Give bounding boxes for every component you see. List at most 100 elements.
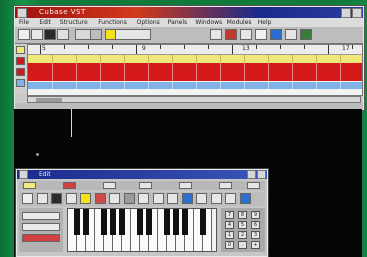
track-selector-red[interactable] bbox=[16, 57, 25, 65]
info-field[interactable] bbox=[63, 182, 76, 189]
black-key[interactable] bbox=[74, 209, 80, 235]
part-divider bbox=[172, 71, 173, 81]
keypad-key[interactable]: . bbox=[238, 241, 247, 249]
black-key[interactable] bbox=[200, 209, 206, 235]
record-icon[interactable] bbox=[270, 29, 282, 40]
track-red-1[interactable] bbox=[28, 63, 362, 71]
info-field[interactable] bbox=[179, 182, 192, 189]
part-divider bbox=[100, 63, 101, 71]
quantize-icon[interactable] bbox=[152, 193, 164, 204]
collapse-box-icon[interactable] bbox=[257, 170, 266, 179]
keypad-key[interactable]: + bbox=[251, 241, 260, 249]
eraser-icon[interactable] bbox=[44, 29, 56, 40]
key-edit-title-bar[interactable]: Edit bbox=[17, 170, 267, 179]
black-key[interactable] bbox=[137, 209, 143, 235]
bar-ruler[interactable]: 5 9 13 17 bbox=[28, 45, 362, 55]
cycle-icon[interactable] bbox=[300, 29, 312, 40]
keypad-key[interactable]: 9 bbox=[251, 211, 260, 219]
zoom-box-icon[interactable] bbox=[247, 170, 256, 179]
eraser-icon[interactable] bbox=[51, 193, 62, 204]
mute-icon[interactable] bbox=[109, 193, 120, 204]
pencil-icon[interactable] bbox=[31, 29, 43, 40]
part-divider bbox=[340, 82, 341, 89]
left-panel-button[interactable] bbox=[22, 234, 60, 242]
track-selector-yellow[interactable] bbox=[16, 46, 25, 54]
black-key[interactable] bbox=[110, 209, 116, 235]
menu-item-file[interactable]: File bbox=[19, 18, 29, 27]
part-divider bbox=[316, 82, 317, 89]
collapse-box-icon[interactable] bbox=[352, 8, 362, 18]
cycle-icon[interactable] bbox=[210, 193, 222, 204]
keypad-key[interactable]: 2 bbox=[238, 231, 247, 239]
info-field[interactable] bbox=[23, 182, 36, 189]
info-field[interactable] bbox=[219, 182, 232, 189]
color-icon[interactable] bbox=[255, 29, 267, 40]
keypad-key[interactable]: 0 bbox=[225, 241, 234, 249]
quantize-icon[interactable] bbox=[240, 29, 252, 40]
menu-item-modules[interactable]: Modules bbox=[227, 18, 252, 27]
loop-icon[interactable] bbox=[196, 193, 207, 204]
key-edit-title: Edit bbox=[39, 171, 51, 178]
close-box-icon[interactable] bbox=[19, 170, 28, 179]
info-icon[interactable] bbox=[225, 193, 236, 204]
keypad-key[interactable]: 4 bbox=[225, 221, 234, 229]
close-box-icon[interactable] bbox=[17, 8, 27, 18]
note-icon[interactable] bbox=[80, 193, 91, 204]
info-field[interactable] bbox=[103, 182, 116, 189]
glue-icon[interactable] bbox=[90, 29, 102, 40]
left-panel-button[interactable] bbox=[22, 223, 60, 231]
keypad-key[interactable]: 1 bbox=[225, 231, 234, 239]
track-yellow[interactable] bbox=[28, 55, 362, 63]
track-red-2[interactable] bbox=[28, 71, 362, 81]
arrange-area[interactable]: 5 9 13 17 bbox=[27, 44, 363, 96]
part-divider bbox=[100, 82, 101, 89]
part-divider bbox=[244, 82, 245, 89]
record-icon[interactable] bbox=[94, 193, 106, 204]
horizontal-scrollbar[interactable] bbox=[27, 96, 361, 103]
menu-item-options[interactable]: Options bbox=[137, 18, 160, 27]
black-key[interactable] bbox=[173, 209, 179, 235]
menu-item-panels[interactable]: Panels bbox=[168, 18, 187, 27]
zoom-box-icon[interactable] bbox=[341, 8, 351, 18]
play-icon[interactable] bbox=[239, 193, 251, 204]
black-key[interactable] bbox=[83, 209, 89, 235]
keypad-key[interactable]: 5 bbox=[238, 221, 247, 229]
keypad-key[interactable]: 7 bbox=[225, 211, 234, 219]
glue-icon[interactable] bbox=[167, 193, 178, 204]
black-key[interactable] bbox=[146, 209, 152, 235]
position-display[interactable] bbox=[115, 29, 151, 40]
title-bar[interactable]: Cubase VST bbox=[15, 7, 363, 18]
part-divider bbox=[316, 71, 317, 81]
left-panel-button[interactable] bbox=[22, 212, 60, 220]
black-key[interactable] bbox=[119, 209, 125, 235]
magnify-icon[interactable] bbox=[65, 193, 77, 204]
snap-icon[interactable] bbox=[138, 193, 149, 204]
info-field[interactable] bbox=[247, 182, 260, 189]
keypad-key[interactable]: 3 bbox=[251, 231, 260, 239]
menu-item-windows[interactable]: Windows bbox=[195, 18, 222, 27]
keypad-key[interactable]: 8 bbox=[238, 211, 247, 219]
color-icon[interactable] bbox=[181, 193, 193, 204]
black-key[interactable] bbox=[164, 209, 170, 235]
pointer-icon[interactable] bbox=[22, 193, 33, 204]
track-selector-blue[interactable] bbox=[16, 79, 25, 87]
loop-icon[interactable] bbox=[285, 29, 297, 40]
info-field[interactable] bbox=[139, 182, 152, 189]
track-blue[interactable] bbox=[28, 82, 362, 89]
scissors-icon[interactable] bbox=[123, 193, 135, 204]
note-icon[interactable] bbox=[210, 29, 222, 40]
snap-icon[interactable] bbox=[225, 29, 237, 40]
pencil-icon[interactable] bbox=[36, 193, 48, 204]
menu-item-structure[interactable]: Structure bbox=[60, 18, 88, 27]
black-key[interactable] bbox=[182, 209, 188, 235]
track-selector-red-2[interactable] bbox=[16, 68, 25, 76]
menu-item-help[interactable]: Help bbox=[258, 18, 272, 27]
menu-item-edit[interactable]: Edit bbox=[39, 18, 51, 27]
piano-keyboard[interactable] bbox=[67, 208, 217, 252]
menu-item-functions[interactable]: Functions bbox=[98, 18, 127, 27]
scroll-thumb[interactable] bbox=[36, 98, 62, 102]
keypad-key[interactable]: 6 bbox=[251, 221, 260, 229]
black-key[interactable] bbox=[101, 209, 107, 235]
pointer-icon[interactable] bbox=[18, 29, 30, 40]
magnify-icon[interactable] bbox=[57, 29, 69, 40]
